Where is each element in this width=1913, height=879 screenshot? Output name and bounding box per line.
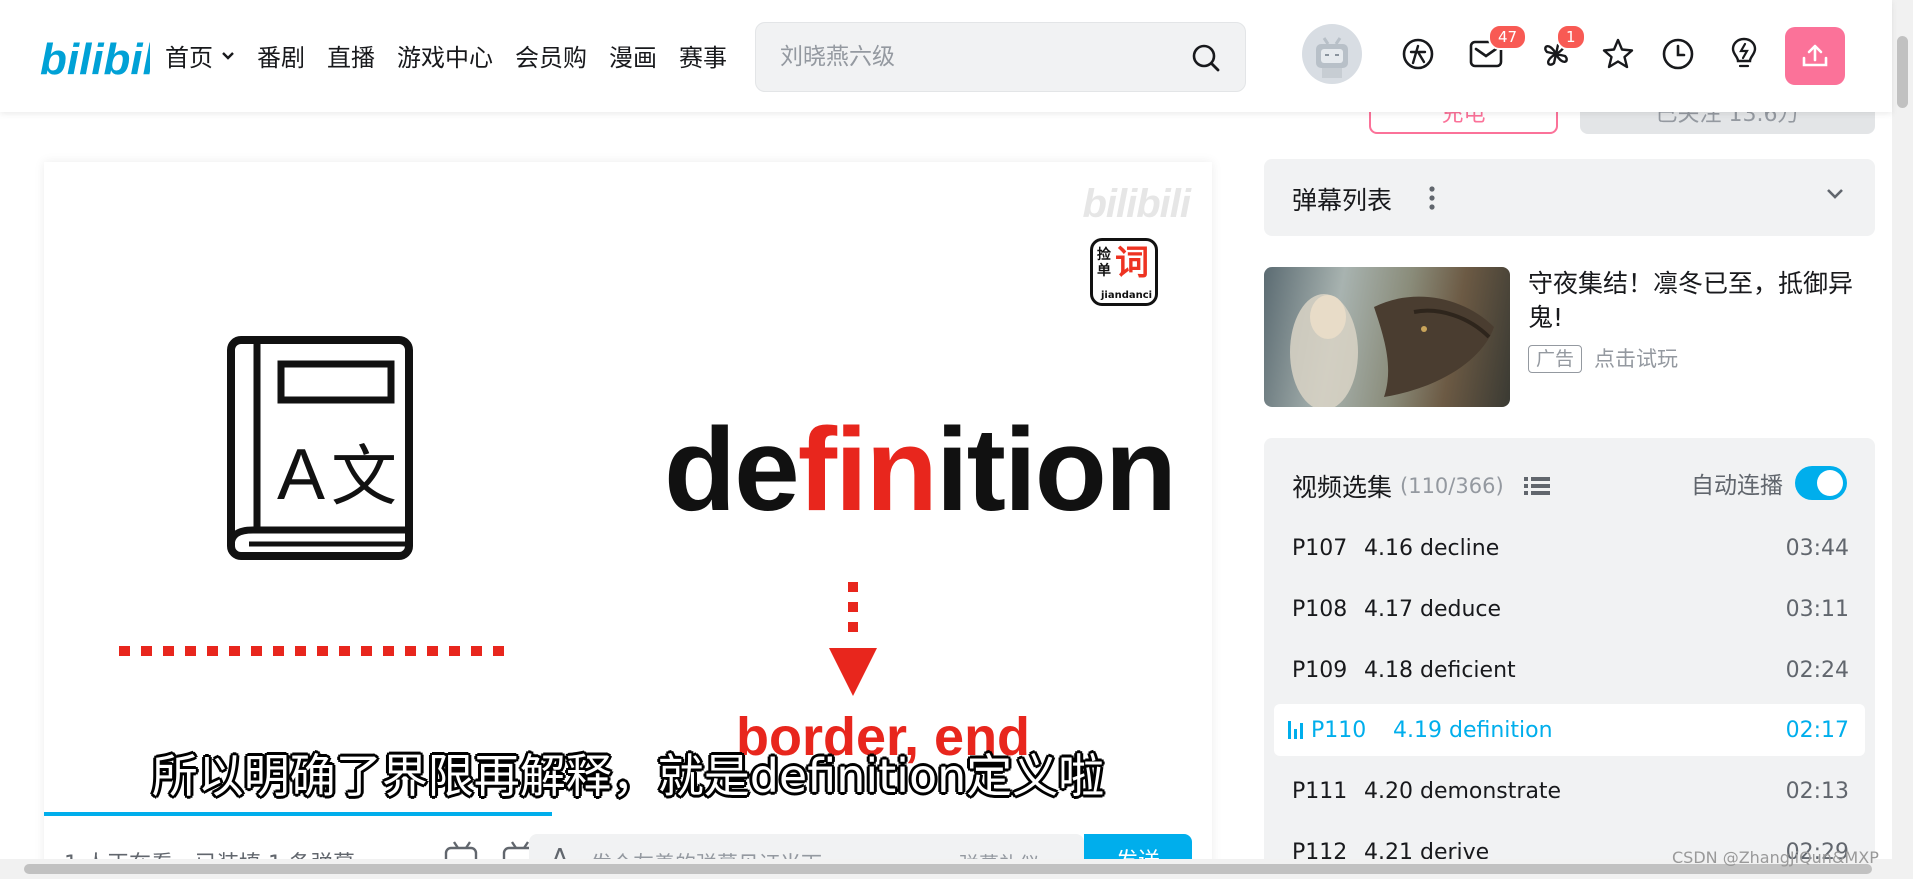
episode-list-header: 视频选集 (110/366)	[1292, 468, 1550, 504]
search-box	[755, 22, 1246, 92]
nav-esports-label: 赛事	[679, 44, 727, 72]
upload-button[interactable]	[1785, 27, 1845, 85]
now-playing-icon	[1288, 721, 1303, 739]
chevron-down-icon[interactable]	[1825, 187, 1845, 201]
episode-title: 4.16 decline	[1364, 535, 1500, 561]
word-suffix: ition	[935, 404, 1177, 536]
episode-duration: 02:13	[1785, 778, 1849, 804]
dragon-image	[1290, 294, 1494, 407]
red-dotted-line	[119, 646, 509, 656]
episode-title: 4.20 demonstrate	[1364, 778, 1562, 804]
ad-card[interactable]: 守夜集结！凛冬已至，抵御异鬼! 广告 点击试玩	[1264, 267, 1884, 407]
toggle-knob	[1817, 470, 1843, 496]
list-view-icon[interactable]	[1523, 475, 1550, 497]
dynamic-icon[interactable]: 1	[1536, 24, 1586, 74]
word-prefix: de	[664, 404, 800, 536]
video-player[interactable]: bilibili 捡单 词 jiandanci A 文 definition b…	[44, 162, 1212, 879]
episode-list-title: 视频选集	[1292, 473, 1393, 502]
episode-item[interactable]: P109 4.18 deficient 02:24	[1274, 644, 1865, 696]
avatar[interactable]	[1302, 24, 1362, 84]
history-icon[interactable]	[1658, 34, 1698, 74]
episode-item[interactable]: P111 4.20 demonstrate 02:13	[1274, 765, 1865, 817]
episode-code: P107	[1292, 535, 1348, 561]
player-watermark: bilibili	[1082, 182, 1191, 226]
ad-title[interactable]: 守夜集结！凛冬已至，抵御异鬼!	[1528, 267, 1882, 335]
message-icon[interactable]: 47	[1466, 24, 1528, 74]
big-member-icon[interactable]	[1398, 34, 1438, 74]
channel-logo-top: 捡单	[1097, 247, 1111, 279]
nav-home-label: 首页	[165, 44, 213, 72]
horizontal-scrollbar[interactable]	[0, 859, 1913, 879]
upload-icon	[1802, 44, 1828, 67]
word-definition: definition	[664, 402, 1177, 538]
episode-count: (110/366)	[1400, 474, 1504, 498]
episode-title: 4.19 definition	[1393, 717, 1553, 743]
more-vertical-icon[interactable]	[1428, 185, 1436, 211]
nav-anime[interactable]: 番剧	[257, 38, 305, 73]
episode-title: 4.17 deduce	[1364, 596, 1502, 622]
svg-text:A: A	[277, 435, 325, 515]
word-root: fin	[797, 404, 938, 536]
ad-cta-link[interactable]: 点击试玩	[1594, 345, 1678, 373]
ad-tag: 广告	[1528, 345, 1583, 373]
nav-anime-label: 番剧	[257, 44, 305, 72]
vertical-scrollbar[interactable]	[1892, 0, 1913, 859]
channel-logo-bottom: jiandanci	[1101, 290, 1153, 301]
nav-mall-label: 会员购	[515, 44, 587, 72]
tv-mascot-icon	[1316, 37, 1348, 78]
danmaku-list-panel[interactable]: 弹幕列表	[1264, 159, 1875, 236]
autoplay-toggle[interactable]	[1795, 466, 1847, 500]
nav-home[interactable]: 首页	[165, 38, 235, 73]
svg-text:文: 文	[331, 438, 397, 515]
episode-duration: 03:11	[1785, 596, 1849, 622]
ad-thumbnail[interactable]	[1264, 267, 1510, 407]
vertical-scroll-thumb[interactable]	[1897, 36, 1908, 108]
nav-game-center-label: 游戏中心	[397, 44, 493, 72]
nav-live[interactable]: 直播	[327, 38, 375, 73]
episode-code: P108	[1292, 596, 1348, 622]
episode-item[interactable]: P108 4.17 deduce 03:11	[1274, 583, 1865, 635]
svg-text:bilibili: bilibili	[40, 35, 150, 82]
arrow-down-icon	[829, 648, 877, 696]
top-header: bilibili 首页 番剧 直播 游戏中心 会员购 漫画 赛事	[0, 0, 1892, 112]
dictionary-book-icon: A 文	[227, 336, 413, 560]
episode-code: P109	[1292, 657, 1348, 683]
horizontal-scroll-thumb[interactable]	[24, 864, 1872, 874]
channel-logo-main: 词	[1115, 243, 1149, 283]
dynamic-badge: 1	[1556, 24, 1586, 50]
episode-item-active[interactable]: P110 4.19 definition 02:17	[1274, 704, 1865, 756]
autoplay-label: 自动连播	[1691, 473, 1783, 499]
episode-list-panel: 视频选集 (110/366) 自动连播 P107 4.16 decline 03…	[1264, 438, 1875, 879]
main-nav: 首页 番剧 直播 游戏中心 会员购 漫画 赛事	[165, 38, 749, 73]
nav-live-label: 直播	[327, 44, 375, 72]
chevron-down-icon	[222, 51, 234, 60]
bilibili-logo[interactable]: bilibili	[40, 30, 150, 82]
red-dotted-arrow-line	[848, 582, 858, 640]
nav-mall[interactable]: 会员购	[515, 38, 587, 73]
search-input[interactable]	[780, 23, 1170, 91]
episode-item[interactable]: P107 4.16 decline 03:44	[1274, 522, 1865, 574]
nav-esports[interactable]: 赛事	[679, 38, 727, 73]
subtitle: 所以明确了界限再解释，就是definition定义啦	[151, 749, 1105, 803]
nav-game-center[interactable]: 游戏中心	[397, 38, 493, 73]
message-badge: 47	[1488, 24, 1528, 50]
episode-duration: 02:17	[1785, 717, 1849, 743]
csdn-watermark: CSDN @ZhangJiQun&MXP	[1672, 848, 1879, 867]
episode-code: P110	[1311, 717, 1367, 743]
nav-manga-label: 漫画	[609, 44, 657, 72]
search-icon[interactable]	[1191, 43, 1221, 73]
episode-duration: 02:24	[1785, 657, 1849, 683]
episode-title: 4.18 deficient	[1364, 657, 1516, 683]
episode-code: P111	[1292, 778, 1348, 804]
episode-duration: 03:44	[1785, 535, 1849, 561]
favorites-icon[interactable]	[1598, 34, 1638, 74]
nav-manga[interactable]: 漫画	[609, 38, 657, 73]
creation-icon[interactable]	[1724, 34, 1764, 74]
danmaku-list-title: 弹幕列表	[1292, 186, 1393, 215]
autoplay-control: 自动连播	[1691, 466, 1847, 500]
channel-logo: 捡单 词 jiandanci	[1090, 238, 1158, 306]
